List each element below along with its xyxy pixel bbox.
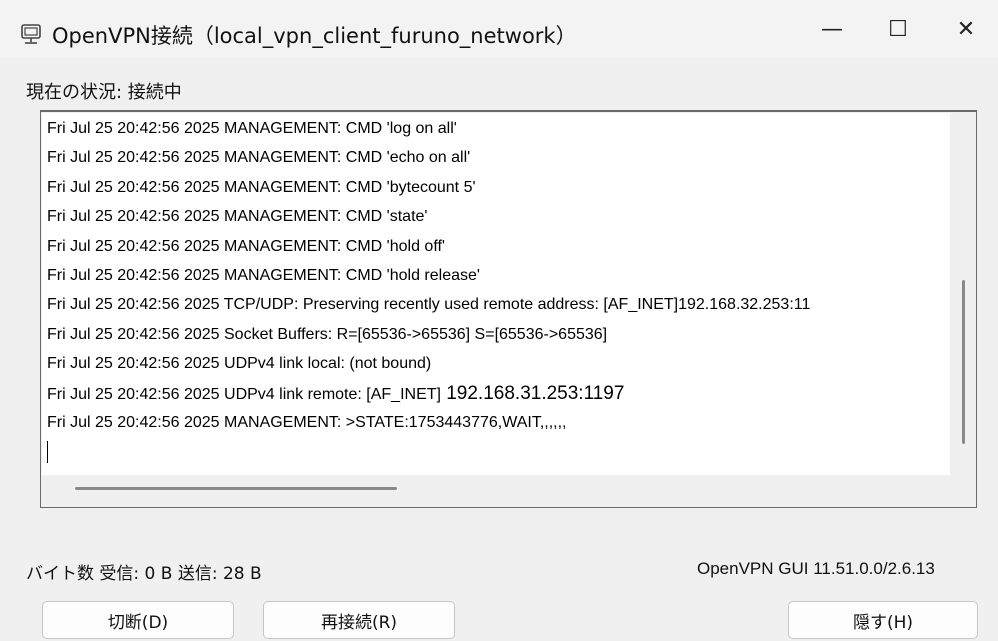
close-icon: ✕ bbox=[956, 16, 976, 42]
disconnect-button[interactable]: 切断(D) bbox=[42, 601, 234, 639]
log-line-text: Fri Jul 25 20:42:56 2025 UDPv4 link loca… bbox=[47, 355, 432, 373]
log-line-text: Fri Jul 25 20:42:56 2025 MANAGEMENT: CMD… bbox=[47, 178, 476, 196]
window-title: OpenVPN接続（local_vpn_client_furuno_networ… bbox=[52, 24, 577, 48]
log-line-text: Fri Jul 25 20:42:56 2025 MANAGEMENT: CMD… bbox=[47, 208, 428, 226]
connection-status: 現在の状況: 接続中 bbox=[26, 82, 182, 103]
version-label: OpenVPN GUI 11.51.0.0/2.6.13 bbox=[697, 559, 935, 578]
log-text-area[interactable]: Fri Jul 25 20:42:56 2025 MANAGEMENT: CMD… bbox=[42, 113, 950, 475]
log-line-text: Fri Jul 25 20:42:56 2025 MANAGEMENT: CMD… bbox=[47, 267, 480, 284]
hide-button[interactable]: 隠す(H) bbox=[788, 601, 978, 639]
log-line: Fri Jul 25 20:42:56 2025 UDPv4 link remo… bbox=[47, 380, 624, 408]
log-line: Fri Jul 25 20:42:56 2025 TCP/UDP: Preser… bbox=[47, 291, 810, 319]
log-line: Fri Jul 25 20:42:56 2025 UDPv4 link loca… bbox=[47, 350, 431, 378]
log-line-text: Fri Jul 25 20:42:56 2025 TCP/UDP: Preser… bbox=[47, 296, 811, 314]
log-line: Fri Jul 25 20:42:56 2025 MANAGEMENT: CMD… bbox=[47, 233, 445, 261]
openvpn-monitor-icon bbox=[20, 23, 42, 45]
text-caret bbox=[47, 441, 48, 463]
log-line: Fri Jul 25 20:42:56 2025 MANAGEMENT: CMD… bbox=[47, 203, 427, 231]
log-line-text: Fri Jul 25 20:42:56 2025 MANAGEMENT: CMD… bbox=[47, 237, 445, 255]
horizontal-scrollbar[interactable] bbox=[75, 487, 397, 490]
log-line: Fri Jul 25 20:42:56 2025 MANAGEMENT: CMD… bbox=[47, 262, 480, 290]
log-line: Fri Jul 25 20:42:56 2025 MANAGEMENT: CMD… bbox=[47, 144, 470, 172]
log-line: Fri Jul 25 20:42:56 2025 MANAGEMENT: CMD… bbox=[47, 115, 457, 143]
log-line: Fri Jul 25 20:42:56 2025 Socket Buffers:… bbox=[47, 321, 607, 349]
log-line-text: Fri Jul 25 20:42:56 2025 MANAGEMENT: >ST… bbox=[47, 414, 567, 431]
reconnect-button[interactable]: 再接続(R) bbox=[263, 601, 455, 639]
close-button[interactable]: ✕ bbox=[934, 0, 998, 58]
log-line-text: Fri Jul 25 20:42:56 2025 UDPv4 link remo… bbox=[47, 385, 441, 403]
log-line: Fri Jul 25 20:42:56 2025 MANAGEMENT: CMD… bbox=[47, 174, 476, 202]
log-line-text: Fri Jul 25 20:42:56 2025 MANAGEMENT: CMD… bbox=[47, 120, 457, 137]
maximize-icon: ☐ bbox=[888, 16, 908, 42]
minimize-icon: — bbox=[821, 16, 843, 42]
vertical-scrollbar[interactable] bbox=[962, 280, 965, 444]
log-line-extra: 192.168.31.253:1197 bbox=[440, 382, 625, 404]
log-line-text: Fri Jul 25 20:42:56 2025 MANAGEMENT: CMD… bbox=[47, 149, 471, 167]
maximize-button[interactable]: ☐ bbox=[866, 0, 930, 58]
minimize-button[interactable]: — bbox=[800, 0, 864, 58]
title-bar: OpenVPN接続（local_vpn_client_furuno_networ… bbox=[0, 0, 998, 58]
byte-count: バイト数 受信: 0 B 送信: 28 B bbox=[26, 564, 262, 584]
log-line-text: Fri Jul 25 20:42:56 2025 Socket Buffers:… bbox=[47, 325, 608, 343]
log-line: Fri Jul 25 20:42:56 2025 MANAGEMENT: >ST… bbox=[47, 409, 567, 437]
